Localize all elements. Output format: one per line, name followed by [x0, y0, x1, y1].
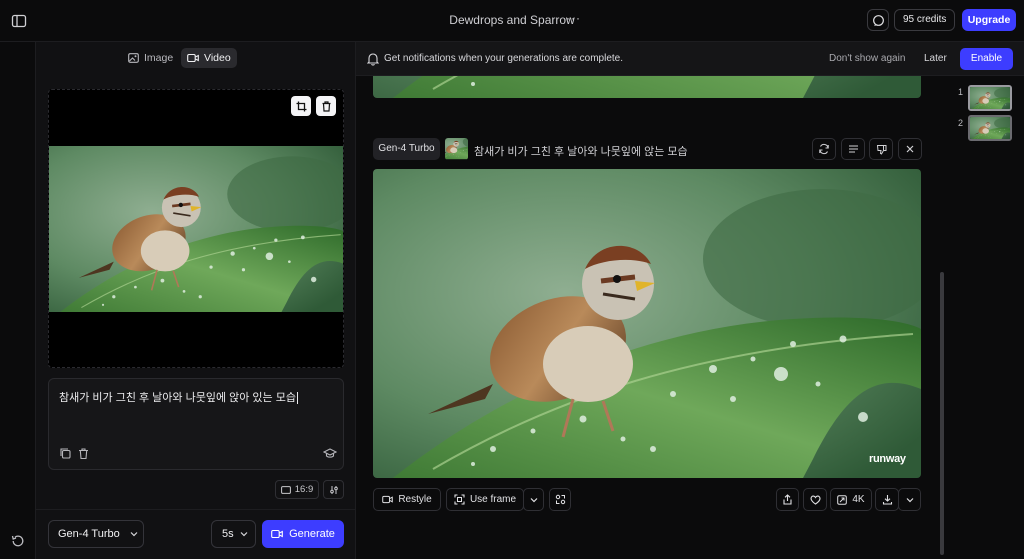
refresh-icon	[819, 143, 829, 155]
aspect-ratio-icon	[280, 485, 291, 494]
generation-reference-thumbnail[interactable]	[445, 138, 468, 160]
upscale-4k-button[interactable]: 4K	[830, 488, 872, 511]
crop-button[interactable]	[291, 96, 311, 116]
download-menu-button[interactable]	[898, 488, 921, 511]
expand-button[interactable]	[549, 488, 571, 511]
dont-show-again-button[interactable]: Don't show again	[829, 53, 905, 64]
share-button[interactable]	[776, 488, 799, 511]
previous-generation-image[interactable]	[373, 76, 921, 98]
generation-navigator	[946, 76, 1024, 559]
settings-button[interactable]	[323, 480, 344, 499]
chevron-down-icon	[240, 532, 248, 537]
video-icon	[382, 495, 394, 504]
feed-scrollbar[interactable]	[940, 272, 944, 555]
project-menu-icon[interactable]: ···	[566, 11, 580, 27]
tab-video[interactable]: Video	[181, 48, 237, 68]
thumbnail-index: 1	[958, 87, 964, 97]
use-frame-label: Use frame	[469, 494, 517, 505]
trash-icon	[322, 100, 330, 112]
upscale-icon	[837, 494, 848, 505]
use-frame-menu-button[interactable]	[523, 488, 544, 511]
download-icon	[882, 495, 892, 505]
generate-label: Generate	[289, 528, 335, 540]
upscale-label: 4K	[852, 494, 865, 505]
input-frame-image	[49, 146, 343, 312]
clear-prompt-icon[interactable]	[77, 447, 91, 461]
notification-text: Get notifications when your generations …	[384, 53, 624, 64]
share-icon	[783, 494, 792, 505]
sliders-icon	[329, 485, 338, 494]
crop-icon	[296, 101, 306, 111]
model-chip: Gen-4 Turbo	[373, 138, 440, 160]
favorite-button[interactable]	[803, 488, 827, 511]
runway-watermark: runway	[869, 453, 906, 465]
thumbs-down-icon	[876, 144, 886, 155]
thumbnail-index: 2	[958, 118, 964, 128]
video-icon	[187, 53, 199, 63]
top-bar: Dewdrops and Sparrow ··· 95 credits Upgr…	[0, 0, 1024, 42]
credits-button[interactable]: 95 credits	[894, 9, 956, 31]
bell-icon	[366, 52, 380, 66]
frame-focus-icon	[454, 494, 465, 505]
chevron-down-icon	[530, 497, 537, 502]
generation-prompt: 참새가 비가 그친 후 날아와 나뭇잎에 앉는 모습	[474, 146, 688, 158]
duration-select[interactable]: 5s	[211, 520, 256, 548]
upgrade-button[interactable]: Upgrade	[962, 9, 1016, 31]
tab-image-label: Image	[144, 52, 174, 64]
reuse-settings-button[interactable]	[812, 138, 836, 160]
feedback-chat-button[interactable]	[867, 9, 889, 31]
prompt-input[interactable]: 참새가 비가 그친 후 날아와 나뭇잎에 앉아 있는 모습	[48, 378, 344, 470]
generate-button[interactable]: Generate	[262, 520, 344, 548]
report-button[interactable]	[869, 138, 893, 160]
close-generation-button[interactable]	[898, 138, 922, 160]
model-select[interactable]: Gen-4 Turbo	[48, 520, 144, 548]
close-icon	[906, 145, 914, 153]
mode-tabs: Image Video	[36, 46, 356, 72]
aspect-ratio-button[interactable]: 16:9	[275, 480, 319, 499]
remove-frame-button[interactable]	[316, 96, 336, 116]
tab-image[interactable]: Image	[122, 48, 179, 68]
chevron-down-icon	[130, 532, 138, 537]
expand-icon	[555, 494, 565, 505]
image-icon	[128, 53, 139, 63]
heart-icon	[810, 495, 820, 505]
history-icon[interactable]	[10, 533, 26, 549]
details-button[interactable]	[841, 138, 865, 160]
model-select-label: Gen-4 Turbo	[58, 528, 120, 540]
generation-thumbnail[interactable]	[968, 115, 1012, 141]
prompt-text[interactable]: 참새가 비가 그친 후 날아와 나뭇잎에 앉아 있는 모습	[59, 389, 298, 405]
chat-icon	[872, 14, 884, 26]
notification-banner: Get notifications when your generations …	[356, 42, 1024, 76]
download-button[interactable]	[875, 488, 899, 511]
restyle-label: Restyle	[398, 494, 432, 505]
restyle-button[interactable]: Restyle	[373, 488, 441, 511]
generated-video-preview[interactable]	[373, 169, 921, 478]
tab-video-label: Video	[204, 52, 231, 64]
input-frame[interactable]	[48, 89, 344, 368]
left-rail	[0, 42, 36, 559]
video-icon	[271, 529, 283, 539]
duration-select-label: 5s	[222, 528, 234, 540]
use-frame-button[interactable]: Use frame	[446, 488, 524, 511]
text-lines-icon	[848, 145, 858, 153]
later-button[interactable]: Later	[924, 53, 947, 64]
enable-notifications-button[interactable]: Enable	[960, 48, 1013, 70]
generation-thumbnail[interactable]	[968, 85, 1012, 111]
aspect-ratio-label: 16:9	[294, 484, 314, 495]
copy-icon[interactable]	[59, 447, 73, 461]
prompt-guide-icon[interactable]	[322, 447, 338, 461]
chevron-down-icon	[906, 497, 913, 502]
sidebar-toggle-icon[interactable]	[10, 12, 28, 30]
